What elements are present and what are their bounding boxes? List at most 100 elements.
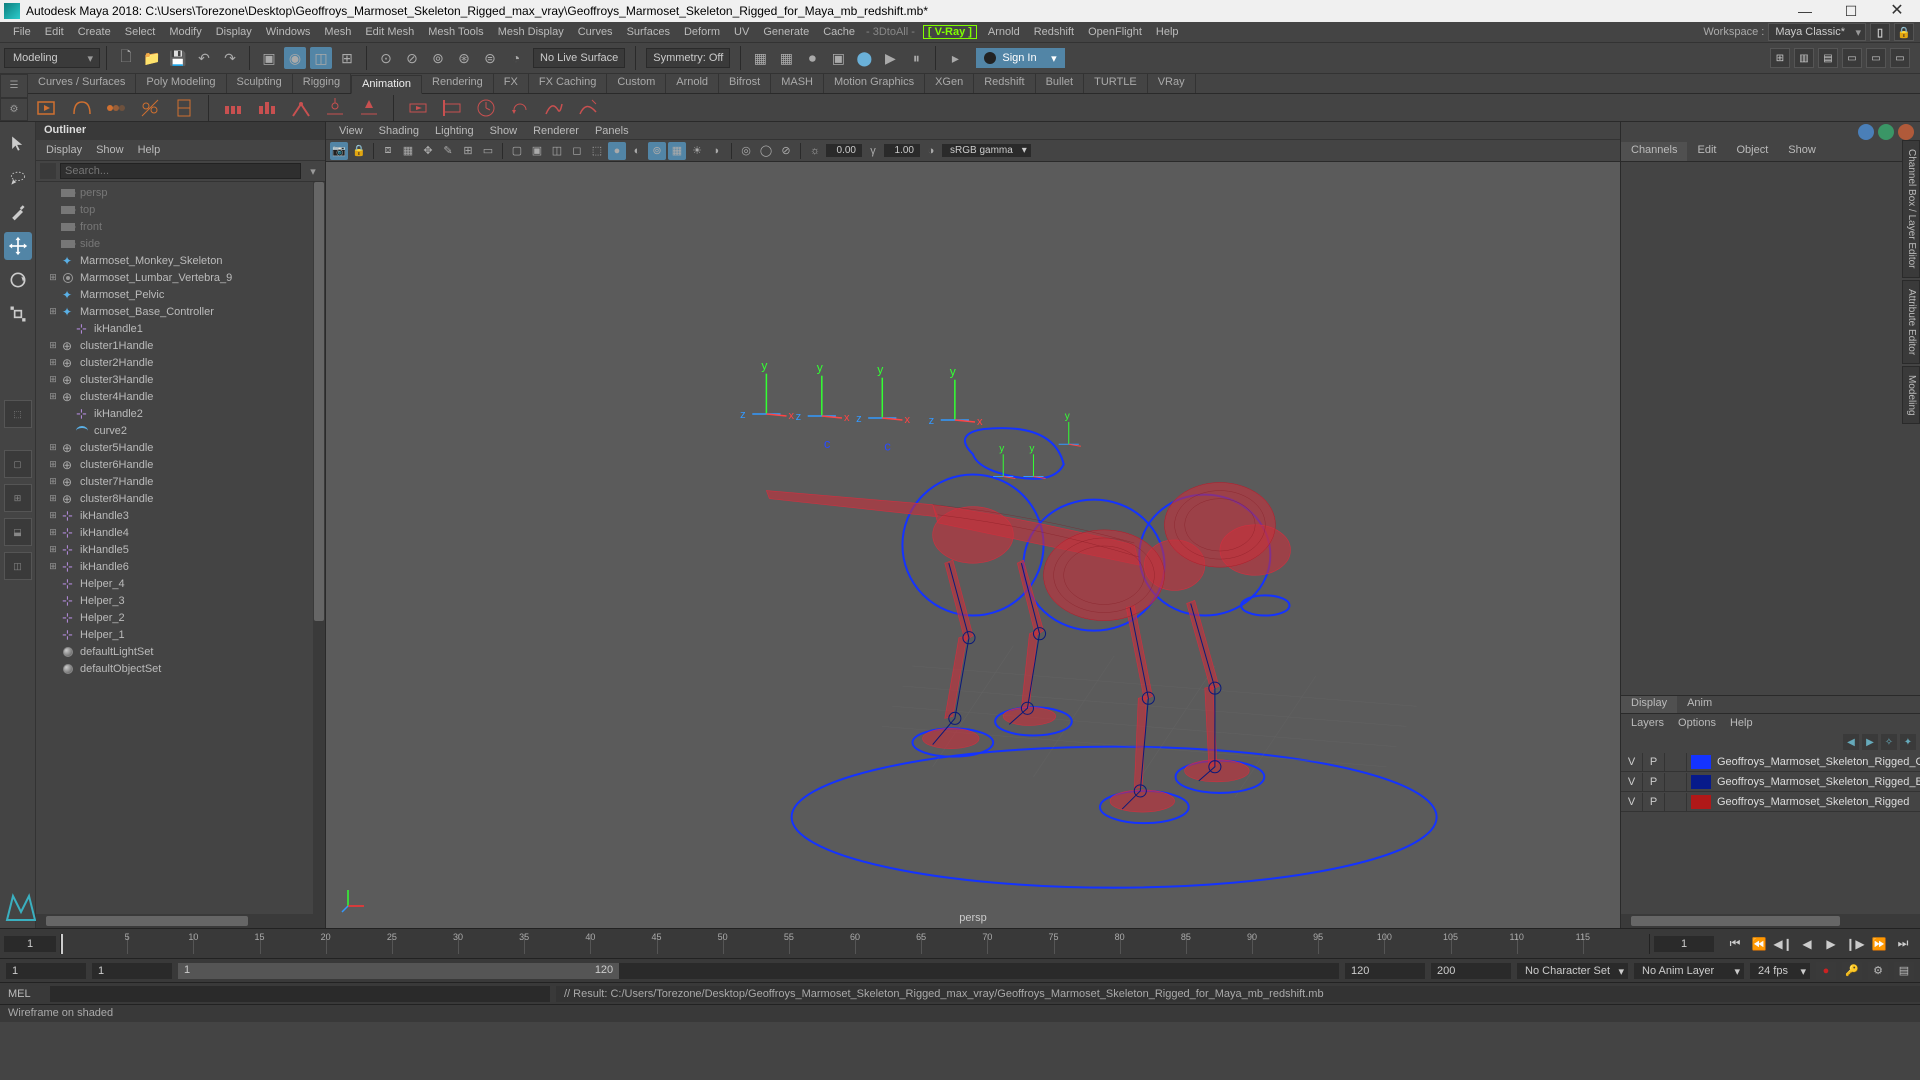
make-live-icon[interactable]: ◔ — [505, 47, 527, 69]
pause-render-icon[interactable]: ⏸ — [905, 47, 927, 69]
set-key-icon[interactable] — [219, 95, 247, 121]
shelf-tab-bifrost[interactable]: Bifrost — [719, 74, 771, 93]
outliner-menu-show[interactable]: Show — [90, 144, 130, 156]
viewport-menu-view[interactable]: View — [332, 125, 370, 137]
side-tab-modeling[interactable]: Modeling — [1902, 366, 1920, 425]
insert-key-icon[interactable] — [321, 95, 349, 121]
channel-layer-toggle-1-icon[interactable] — [1858, 124, 1874, 140]
channel-layer-toggle-3-icon[interactable] — [1898, 124, 1914, 140]
range-track[interactable]: 1120 — [178, 963, 1339, 979]
outliner-item[interactable]: ⊞ikHandle4 — [36, 524, 325, 541]
snap-grid-icon[interactable]: ⊙ — [375, 47, 397, 69]
step-forward-key-button[interactable]: ⏩ — [1868, 934, 1890, 954]
image-plane-icon[interactable]: ▦ — [399, 142, 417, 160]
xray-joints-icon[interactable]: ⊘ — [777, 142, 795, 160]
menu-curves[interactable]: Curves — [571, 26, 620, 38]
layer-state-toggle[interactable] — [1665, 773, 1687, 791]
cmd-language-label[interactable]: MEL — [0, 988, 50, 1000]
side-tab-channelbox[interactable]: Channel Box / Layer Editor — [1902, 140, 1920, 278]
outliner-item[interactable]: ⊞ikHandle3 — [36, 507, 325, 524]
expand-icon[interactable]: ⊞ — [46, 357, 60, 368]
menu-set-selector[interactable]: Modeling — [4, 48, 100, 68]
use-default-mat-icon[interactable]: ◐ — [628, 142, 646, 160]
layer-color-swatch[interactable] — [1691, 775, 1711, 789]
expand-icon[interactable]: ⊞ — [46, 442, 60, 453]
viewport-menu-renderer[interactable]: Renderer — [526, 125, 586, 137]
snap-live-icon[interactable]: ⊜ — [479, 47, 501, 69]
exposure-value[interactable]: 0.00 — [826, 144, 862, 157]
expand-icon[interactable]: ⊞ — [46, 476, 60, 487]
viewport-menu-lighting[interactable]: Lighting — [428, 125, 481, 137]
shelf-tab-fx[interactable]: FX — [494, 74, 529, 93]
layer-playback-toggle[interactable]: P — [1643, 753, 1665, 771]
shelf-menu-icon[interactable]: ☰ — [0, 74, 28, 98]
expand-icon[interactable]: ⊞ — [46, 527, 60, 538]
step-forward-button[interactable]: ❙▶ — [1844, 934, 1866, 954]
render-view-icon[interactable]: ▣ — [827, 47, 849, 69]
ipr-render-icon[interactable]: ▶ — [879, 47, 901, 69]
add-key-icon[interactable] — [355, 95, 383, 121]
channelbox-menu-edit[interactable]: Edit — [1687, 142, 1726, 161]
menu-modify[interactable]: Modify — [162, 26, 208, 38]
outliner-scrollbar[interactable] — [313, 182, 325, 914]
shelf-tab-turtle[interactable]: TURTLE — [1084, 74, 1148, 93]
expand-icon[interactable]: ⊞ — [46, 493, 60, 504]
outliner-item[interactable]: ⊞ikHandle6 — [36, 558, 325, 575]
select-camera-icon[interactable]: 📷 — [330, 142, 348, 160]
menu-edit[interactable]: Edit — [38, 26, 71, 38]
outliner-item[interactable]: Helper_1 — [36, 626, 325, 643]
2d-pan-icon[interactable]: ✥ — [419, 142, 437, 160]
ghost-icon[interactable] — [68, 95, 96, 121]
search-dropdown-icon[interactable]: ▾ — [305, 165, 321, 178]
grid-icon[interactable]: ⊞ — [459, 142, 477, 160]
side-tab-attribute[interactable]: Attribute Editor — [1902, 280, 1920, 364]
expand-icon[interactable]: ⊞ — [46, 306, 60, 317]
viewport-menu-shading[interactable]: Shading — [372, 125, 426, 137]
outliner-item[interactable]: curve2 — [36, 422, 325, 439]
move-tool[interactable] — [4, 232, 32, 260]
expand-icon[interactable]: ⊞ — [46, 391, 60, 402]
ik-handle-icon[interactable] — [287, 95, 315, 121]
layer-playback-toggle[interactable]: P — [1643, 773, 1665, 791]
toggle-timeline-icon[interactable]: ▭ — [1842, 48, 1862, 68]
outliner-item[interactable]: ikHandle2 — [36, 405, 325, 422]
expand-icon[interactable]: ⊞ — [46, 374, 60, 385]
outliner-item[interactable]: ⊞cluster1Handle — [36, 337, 325, 354]
playblast-icon[interactable] — [34, 95, 62, 121]
exposure-icon[interactable]: ☼ — [806, 142, 824, 160]
layer-tab-anim[interactable]: Anim — [1677, 696, 1722, 713]
bake-icon[interactable] — [170, 95, 198, 121]
layer-color-swatch[interactable] — [1691, 795, 1711, 809]
menu-create[interactable]: Create — [71, 26, 118, 38]
menu-uv[interactable]: UV — [727, 26, 756, 38]
layer-menu-options[interactable]: Options — [1672, 717, 1722, 729]
wireframe-icon[interactable]: ⬚ — [588, 142, 606, 160]
menu-mesh-display[interactable]: Mesh Display — [491, 26, 571, 38]
toggle-toolbox-icon[interactable]: ⊞ — [1770, 48, 1790, 68]
command-input[interactable] — [50, 986, 550, 1002]
playhead[interactable] — [61, 934, 63, 954]
minimize-button[interactable]: ― — [1782, 0, 1828, 22]
shelf-tab-xgen[interactable]: XGen — [925, 74, 974, 93]
layer-hscroll[interactable] — [1621, 914, 1920, 928]
xray-icon[interactable]: ◯ — [757, 142, 775, 160]
outliner-item[interactable]: ⊞ikHandle5 — [36, 541, 325, 558]
layout-single-icon[interactable]: ▢ — [4, 450, 32, 478]
rotate-tool[interactable] — [4, 266, 32, 294]
expand-icon[interactable]: ⊞ — [46, 272, 60, 283]
auto-key-button[interactable]: ● — [1816, 962, 1836, 980]
go-to-end-button[interactable]: ⏭ — [1892, 934, 1914, 954]
layer-row[interactable]: VPGeoffroys_Marmoset_Skeleton_Rigged_Co — [1621, 752, 1920, 772]
outliner-item[interactable]: ⊞cluster8Handle — [36, 490, 325, 507]
layer-state-toggle[interactable] — [1665, 753, 1687, 771]
maximize-button[interactable]: ☐ — [1828, 0, 1874, 22]
view-transform-icon[interactable]: ◑ — [922, 142, 940, 160]
outliner-item[interactable]: ⊞Marmoset_Lumbar_Vertebra_9 — [36, 269, 325, 286]
shelf-tab-curves-surfaces[interactable]: Curves / Surfaces — [28, 74, 136, 93]
wireframe-on-shaded-icon[interactable]: ⊚ — [648, 142, 666, 160]
use-all-lights-icon[interactable]: ☀ — [688, 142, 706, 160]
shelf-tab-custom[interactable]: Custom — [607, 74, 666, 93]
outliner-tree[interactable]: persptopfrontsideMarmoset_Monkey_Skeleto… — [36, 182, 325, 914]
shadows-icon[interactable]: ◗ — [708, 142, 726, 160]
playback-end-field[interactable]: 120 — [1345, 963, 1425, 979]
